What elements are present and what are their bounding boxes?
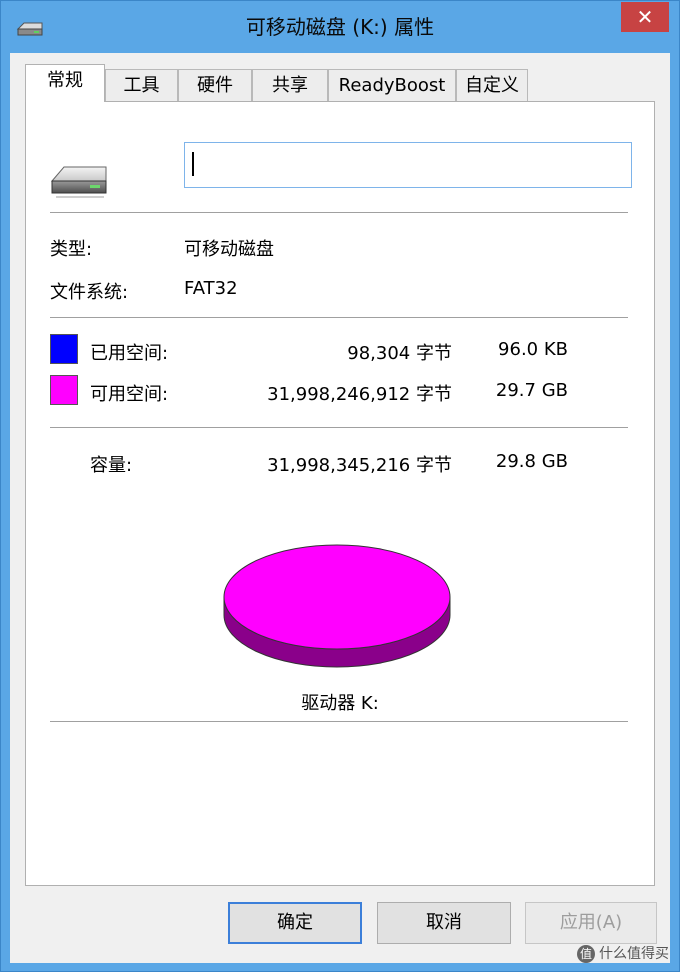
ok-button[interactable]: 确定 xyxy=(228,902,362,944)
separator xyxy=(50,427,628,428)
tab-general[interactable]: 常规 xyxy=(25,64,105,102)
watermark-text: 什么值得买 xyxy=(599,946,669,962)
tab-label: ReadyBoost xyxy=(338,75,446,96)
cancel-button[interactable]: 取消 xyxy=(377,902,511,944)
text-caret xyxy=(192,152,194,176)
used-space-size: 96.0 KB xyxy=(498,339,568,360)
tab-label: 工具 xyxy=(123,75,160,96)
close-icon: ✕ xyxy=(636,5,654,29)
watermark-badge: 值 xyxy=(577,945,595,963)
capacity-size: 29.8 GB xyxy=(495,451,568,472)
general-panel: 类型: 可移动磁盘 文件系统: FAT32 已用空间: 98,304 字节 96… xyxy=(25,101,655,886)
used-space-swatch xyxy=(50,334,78,364)
tab-hardware[interactable]: 硬件 xyxy=(178,69,252,101)
capacity-label: 容量: xyxy=(90,455,133,476)
removable-drive-icon xyxy=(50,166,107,198)
tab-tools[interactable]: 工具 xyxy=(105,69,178,101)
type-value: 可移动磁盘 xyxy=(184,239,274,260)
used-space-label: 已用空间: xyxy=(90,343,169,364)
separator xyxy=(50,317,628,318)
type-label: 类型: xyxy=(50,239,93,260)
tab-label: 自定义 xyxy=(465,75,519,96)
tab-readyboost[interactable]: ReadyBoost xyxy=(328,69,456,101)
tab-sharing[interactable]: 共享 xyxy=(252,69,328,101)
tab-label: 硬件 xyxy=(197,75,233,96)
used-space-bytes: 98,304 字节 xyxy=(347,343,452,364)
usage-pie-chart xyxy=(223,544,451,668)
window-title: 可移动磁盘 (K:) 属性 xyxy=(245,15,435,39)
title-bar[interactable]: 可移动磁盘 (K:) 属性 ✕ xyxy=(1,1,679,53)
tab-label: 共享 xyxy=(272,75,308,96)
filesystem-label: 文件系统: xyxy=(50,282,129,303)
tab-label: 常规 xyxy=(47,70,83,91)
filesystem-value: FAT32 xyxy=(184,278,238,299)
properties-window: 可移动磁盘 (K:) 属性 ✕ 常规 工具 硬件 共享 ReadyBoost 自… xyxy=(0,0,680,972)
tab-customize[interactable]: 自定义 xyxy=(456,69,528,101)
capacity-bytes: 31,998,345,216 字节 xyxy=(267,455,452,476)
free-space-bytes: 31,998,246,912 字节 xyxy=(267,384,452,405)
free-space-swatch xyxy=(50,375,78,405)
dialog-client: 常规 工具 硬件 共享 ReadyBoost 自定义 类型: 可移动磁盘 文件系… xyxy=(10,53,670,963)
drive-caption: 驱动器 K: xyxy=(301,693,379,714)
free-space-label: 可用空间: xyxy=(90,384,169,405)
apply-button[interactable]: 应用(A) xyxy=(525,902,657,944)
free-space-size: 29.7 GB xyxy=(495,380,568,401)
pie-top-free xyxy=(223,544,451,650)
close-button[interactable]: ✕ xyxy=(621,2,669,32)
separator xyxy=(50,212,628,213)
watermark: 值什么值得买 xyxy=(577,943,669,963)
volume-label-input[interactable] xyxy=(184,142,632,188)
separator xyxy=(50,721,628,722)
